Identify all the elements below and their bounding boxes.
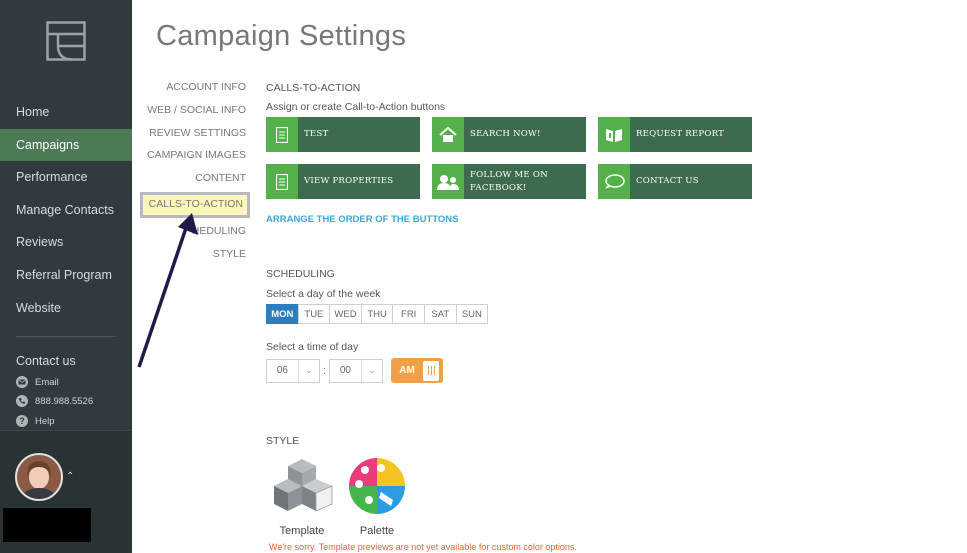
settings-subnav: ACCOUNT INFO WEB / SOCIAL INFO REVIEW SE…	[140, 76, 250, 266]
day-button-wed[interactable]: WED	[329, 304, 362, 324]
minute-select[interactable]: 00 ⌄	[329, 358, 383, 383]
chevron-down-icon: ⌄	[360, 359, 382, 382]
minute-value: 00	[339, 365, 351, 376]
cta-button-test[interactable]: TEST	[266, 117, 420, 152]
contact-email-link[interactable]: Email	[16, 376, 59, 388]
palette-icon	[349, 458, 405, 514]
cta-button-label: SEARCH NOW!	[470, 129, 541, 139]
sidebar-item-home[interactable]: Home	[0, 96, 132, 129]
day-button-mon[interactable]: MON	[266, 304, 299, 324]
style-section-title: STYLE	[266, 435, 300, 447]
people-icon	[432, 164, 464, 199]
sidebar-nav: Home Campaigns Performance Manage Contac…	[0, 96, 132, 324]
cta-button-contact-us[interactable]: CONTACT US	[598, 164, 752, 199]
subnav-scheduling[interactable]: HEDULING	[140, 220, 250, 243]
house-icon	[432, 117, 464, 152]
sidebar: Home Campaigns Performance Manage Contac…	[0, 0, 132, 553]
sidebar-item-referral-program[interactable]: Referral Program	[0, 259, 132, 292]
sidebar-item-manage-contacts[interactable]: Manage Contacts	[0, 194, 132, 227]
subnav-campaign-images[interactable]: CAMPAIGN IMAGES	[140, 144, 250, 167]
day-of-week-label: Select a day of the week	[266, 288, 381, 300]
time-of-day-label: Select a time of day	[266, 341, 359, 353]
template-label: Template	[279, 525, 325, 537]
toggle-knob	[423, 360, 439, 381]
document-icon	[266, 164, 298, 199]
logo-icon[interactable]	[46, 21, 86, 61]
time-separator: :	[322, 364, 327, 377]
help-icon: ?	[16, 415, 28, 427]
subnav-style[interactable]: STYLE	[140, 243, 250, 266]
day-button-fri[interactable]: FRI	[392, 304, 425, 324]
cta-label-line-2: FACEBOOK!	[470, 182, 527, 193]
hour-value: 06	[276, 365, 288, 376]
cta-section-subtitle: Assign or create Call-to-Action buttons	[266, 101, 446, 113]
cta-label-line-1: FOLLOW ME ON	[470, 169, 548, 180]
redacted-user-name	[3, 508, 91, 542]
chat-icon	[598, 164, 630, 199]
chevron-down-icon: ⌄	[297, 359, 319, 382]
contact-us-heading: Contact us	[16, 354, 76, 368]
style-option-template[interactable]: Template	[267, 456, 337, 537]
subnav-calls-to-action[interactable]: CALLS-TO-ACTION	[140, 191, 250, 218]
contact-email-label: Email	[35, 376, 59, 388]
contact-phone-link[interactable]: 888.988.5526	[16, 395, 93, 407]
document-icon	[266, 117, 298, 152]
template-blocks-icon	[274, 459, 333, 512]
avatar[interactable]	[15, 453, 63, 501]
sidebar-item-performance[interactable]: Performance	[0, 161, 132, 194]
cta-button-label: VIEW PROPERTIES	[304, 176, 394, 186]
page-title: Campaign Settings	[156, 20, 407, 52]
palette-label: Palette	[359, 525, 395, 537]
chevron-up-icon[interactable]: ⌃	[66, 471, 74, 482]
sidebar-item-reviews[interactable]: Reviews	[0, 226, 132, 259]
sidebar-divider	[16, 336, 116, 337]
cta-button-label: TEST	[304, 129, 329, 139]
day-button-sat[interactable]: SAT	[423, 304, 457, 324]
day-of-week-selector: MON TUE WED THU FRI SAT SUN	[266, 304, 489, 324]
scheduling-section-title: SCHEDULING	[266, 268, 335, 280]
style-option-palette[interactable]: Palette	[342, 456, 412, 537]
am-pm-toggle[interactable]: AM	[391, 358, 443, 383]
day-button-sun[interactable]: SUN	[455, 304, 489, 324]
subnav-content[interactable]: CONTENT	[140, 167, 250, 190]
day-button-thu[interactable]: THU	[360, 304, 394, 324]
subnav-account-info[interactable]: ACCOUNT INFO	[140, 76, 250, 99]
time-of-day-selector: 06 ⌄ : 00 ⌄ AM	[266, 358, 443, 383]
cta-button-label: CONTACT US	[636, 176, 699, 186]
day-button-tue[interactable]: TUE	[297, 304, 331, 324]
cta-button-search-now[interactable]: SEARCH NOW!	[432, 117, 586, 152]
cta-section-title: CALLS-TO-ACTION	[266, 82, 361, 94]
cta-button-view-properties[interactable]: VIEW PROPERTIES	[266, 164, 420, 199]
contact-phone-label: 888.988.5526	[35, 395, 94, 407]
subnav-web-social-info[interactable]: WEB / SOCIAL INFO	[140, 99, 250, 122]
cta-button-label: REQUEST REPORT	[636, 129, 725, 139]
sidebar-item-website[interactable]: Website	[0, 292, 132, 325]
contact-help-label: Help	[35, 415, 55, 427]
user-panel[interactable]: ⌃	[0, 430, 132, 553]
cta-button-label: FOLLOW ME ON FACEBOOK!	[464, 169, 548, 195]
sidebar-item-campaigns[interactable]: Campaigns	[0, 128, 132, 162]
template-preview-warning: We're sorry. Template previews are not y…	[269, 542, 577, 552]
phone-icon	[16, 395, 28, 407]
arrange-buttons-link[interactable]: ARRANGE THE ORDER OF THE BUTTONS	[266, 214, 458, 225]
am-pm-label: AM	[399, 365, 415, 376]
cta-button-request-report[interactable]: REQUEST REPORT	[598, 117, 752, 152]
hour-select[interactable]: 06 ⌄	[266, 358, 320, 383]
report-icon	[598, 117, 630, 152]
email-icon	[16, 376, 28, 388]
contact-help-link[interactable]: ? Help	[16, 415, 55, 427]
cta-button-follow-facebook[interactable]: FOLLOW ME ON FACEBOOK!	[432, 164, 586, 199]
subnav-review-settings[interactable]: REVIEW SETTINGS	[140, 122, 250, 145]
